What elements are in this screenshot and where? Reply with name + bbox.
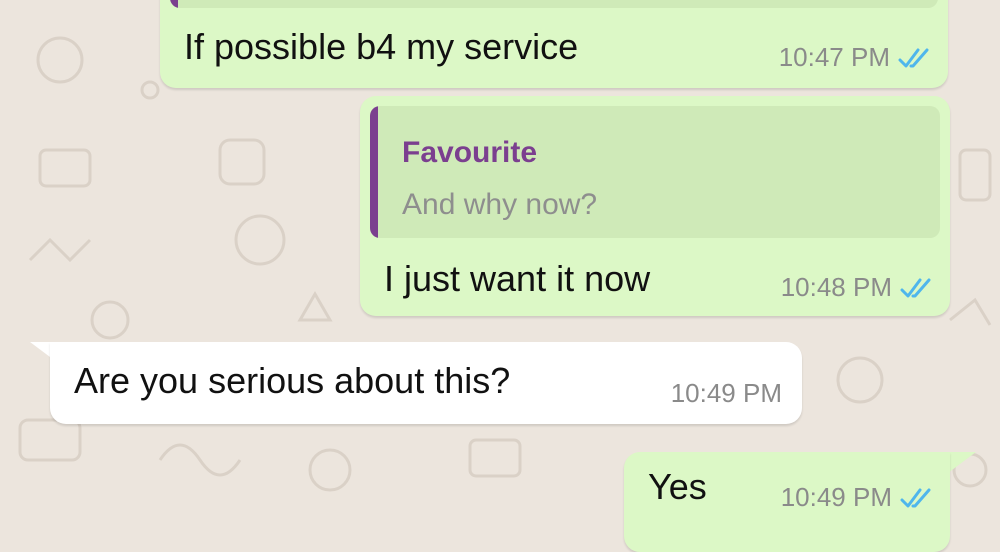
message-text: If possible b4 my service bbox=[184, 26, 579, 67]
message-meta: 10:47 PM bbox=[779, 42, 932, 73]
double-check-read-icon bbox=[900, 487, 934, 509]
message-text: Yes bbox=[648, 466, 707, 507]
double-check-read-icon bbox=[900, 277, 934, 299]
message-bubble-outgoing[interactable]: Favourite And why now? I just want it no… bbox=[360, 96, 950, 316]
message-time: 10:48 PM bbox=[780, 272, 892, 302]
message-meta: 10:48 PM bbox=[781, 272, 934, 303]
message-meta: 10:49 PM bbox=[671, 378, 782, 409]
quote-accent-bar bbox=[370, 106, 378, 238]
message-time: 10:49 PM bbox=[780, 482, 892, 512]
quoted-message-cropped bbox=[170, 0, 938, 8]
quote-text: And why now? bbox=[402, 188, 598, 221]
message-text: I just want it now bbox=[384, 258, 651, 299]
message-text: Are you serious about this? bbox=[74, 360, 511, 401]
message-bubble-incoming[interactable]: Are you serious about this? 10:49 PM bbox=[50, 342, 802, 424]
message-bubble-outgoing[interactable]: Yes 10:49 PM bbox=[624, 452, 950, 552]
quote-accent-bar bbox=[170, 0, 178, 8]
message-time: 10:47 PM bbox=[778, 42, 890, 72]
quote-author: Favourite bbox=[402, 136, 538, 169]
double-check-read-icon bbox=[898, 47, 932, 69]
message-time: 10:49 PM bbox=[670, 378, 782, 408]
message-bubble-outgoing[interactable]: If possible b4 my service 10:47 PM bbox=[160, 0, 948, 88]
message-meta: 10:49 PM bbox=[781, 482, 934, 513]
quoted-message[interactable]: Favourite And why now? bbox=[370, 106, 940, 238]
